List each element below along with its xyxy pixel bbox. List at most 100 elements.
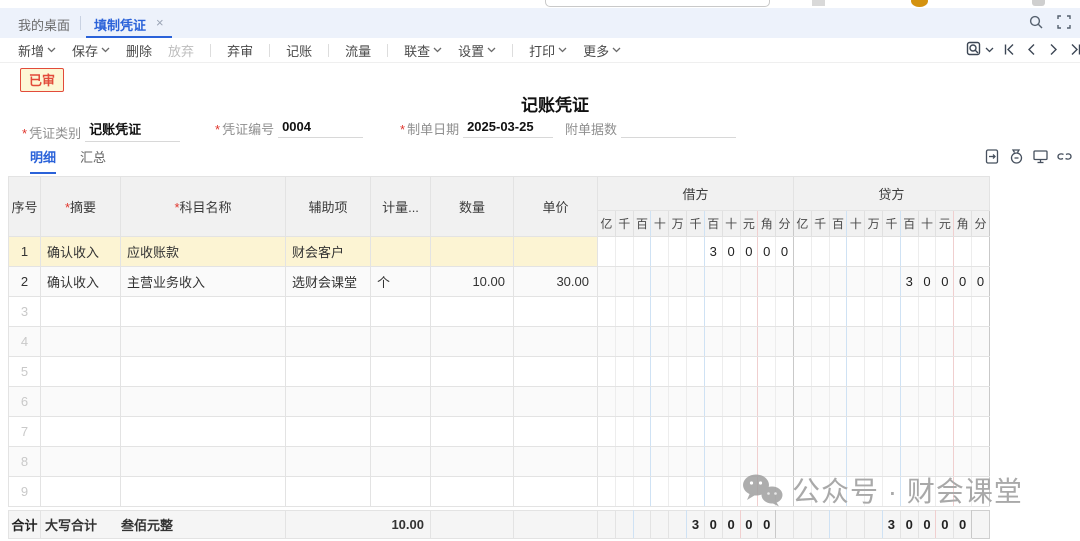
digit-cell[interactable]: 3 xyxy=(687,511,705,539)
cell-auxiliary[interactable]: 选财会课堂 xyxy=(286,267,371,297)
digit-cell[interactable] xyxy=(776,477,794,507)
digit-cell[interactable] xyxy=(687,327,705,357)
zoom-query-icon[interactable] xyxy=(966,41,994,58)
digit-cell[interactable] xyxy=(954,297,972,327)
cell-auxiliary[interactable] xyxy=(286,387,371,417)
digit-cell[interactable] xyxy=(865,417,883,447)
cell-unit[interactable]: 个 xyxy=(371,267,431,297)
digit-cell[interactable] xyxy=(598,511,616,539)
digit-cell[interactable] xyxy=(936,357,954,387)
cell-auxiliary[interactable]: 财会客户 xyxy=(286,237,371,267)
cell-account[interactable] xyxy=(121,357,286,387)
digit-cell[interactable] xyxy=(687,297,705,327)
last-voucher-icon[interactable] xyxy=(1069,43,1080,56)
cell-summary[interactable] xyxy=(41,297,121,327)
digit-cell[interactable] xyxy=(829,477,847,507)
digit-cell[interactable]: 3 xyxy=(704,237,722,267)
digit-cell[interactable] xyxy=(883,357,901,387)
digit-cell[interactable] xyxy=(793,387,811,417)
digit-cell[interactable] xyxy=(829,387,847,417)
digit-cell[interactable] xyxy=(598,387,616,417)
cell-price[interactable]: 30.00 xyxy=(514,267,598,297)
digit-cell[interactable] xyxy=(847,477,865,507)
digit-cell[interactable] xyxy=(972,237,990,267)
digit-cell[interactable] xyxy=(900,357,918,387)
cell-summary[interactable]: 确认收入 xyxy=(41,237,121,267)
digit-cell[interactable] xyxy=(900,327,918,357)
digit-cell[interactable] xyxy=(651,237,669,267)
digit-cell[interactable] xyxy=(633,511,651,539)
digit-cell[interactable] xyxy=(811,477,829,507)
digit-cell[interactable] xyxy=(651,447,669,477)
digit-cell[interactable] xyxy=(883,297,901,327)
cell-auxiliary[interactable] xyxy=(286,327,371,357)
digit-cell[interactable] xyxy=(900,417,918,447)
digit-cell[interactable] xyxy=(758,447,776,477)
digit-cell[interactable] xyxy=(829,417,847,447)
digit-cell[interactable] xyxy=(793,327,811,357)
digit-cell[interactable] xyxy=(829,297,847,327)
digit-cell[interactable] xyxy=(633,297,651,327)
digit-cell[interactable] xyxy=(740,387,758,417)
digit-cell[interactable] xyxy=(972,297,990,327)
digit-cell[interactable] xyxy=(918,477,936,507)
cell-price[interactable] xyxy=(514,297,598,327)
digit-cell[interactable] xyxy=(883,387,901,417)
voucher-number-input[interactable]: 0004 xyxy=(278,119,363,138)
digit-cell[interactable] xyxy=(883,417,901,447)
cell-price[interactable] xyxy=(514,417,598,447)
digit-cell[interactable] xyxy=(687,357,705,387)
cell-unit[interactable] xyxy=(371,237,431,267)
digit-cell[interactable] xyxy=(651,477,669,507)
digit-cell[interactable] xyxy=(793,477,811,507)
tab-fill-voucher[interactable]: 填制凭证 xyxy=(94,15,146,34)
cell-account[interactable]: 应收账款 xyxy=(121,237,286,267)
digit-cell[interactable] xyxy=(615,327,633,357)
cell-summary[interactable] xyxy=(41,327,121,357)
digit-cell[interactable]: 0 xyxy=(722,237,740,267)
digit-cell[interactable] xyxy=(651,327,669,357)
digit-cell[interactable] xyxy=(865,267,883,297)
digit-cell[interactable] xyxy=(722,447,740,477)
digit-cell[interactable] xyxy=(651,267,669,297)
digit-cell[interactable] xyxy=(776,511,794,539)
digit-cell[interactable] xyxy=(883,447,901,477)
digit-cell[interactable] xyxy=(669,387,687,417)
digit-cell[interactable] xyxy=(918,447,936,477)
digit-cell[interactable] xyxy=(811,267,829,297)
digit-cell[interactable] xyxy=(598,237,616,267)
cell-quantity[interactable] xyxy=(431,447,514,477)
cell-account[interactable] xyxy=(121,477,286,507)
digit-cell[interactable] xyxy=(954,327,972,357)
cell-quantity[interactable] xyxy=(431,327,514,357)
cell-quantity[interactable]: 10.00 xyxy=(431,267,514,297)
cell-quantity[interactable] xyxy=(431,297,514,327)
digit-cell[interactable] xyxy=(598,327,616,357)
digit-cell[interactable] xyxy=(669,237,687,267)
cell-price[interactable] xyxy=(514,327,598,357)
voucher-category-input[interactable]: 记账凭证 xyxy=(85,119,180,142)
cell-price[interactable] xyxy=(514,477,598,507)
cell-account[interactable] xyxy=(121,447,286,477)
digit-cell[interactable] xyxy=(936,327,954,357)
digit-cell[interactable] xyxy=(776,267,794,297)
cell-account[interactable] xyxy=(121,297,286,327)
digit-cell[interactable] xyxy=(758,297,776,327)
toolbar-button[interactable]: 流量 xyxy=(345,41,371,60)
digit-cell[interactable] xyxy=(651,417,669,447)
next-voucher-icon[interactable] xyxy=(1047,43,1060,56)
digit-cell[interactable] xyxy=(740,297,758,327)
tab-detail[interactable]: 明细 xyxy=(30,147,56,174)
digit-cell[interactable]: 0 xyxy=(758,511,776,539)
digit-cell[interactable] xyxy=(811,417,829,447)
digit-cell[interactable] xyxy=(740,267,758,297)
toolbar-button[interactable]: 设置 xyxy=(458,41,496,60)
tab-my-desktop[interactable]: 我的桌面 xyxy=(18,15,70,34)
digit-cell[interactable] xyxy=(954,477,972,507)
toolbar-button[interactable]: 打印 xyxy=(529,41,567,60)
digit-cell[interactable] xyxy=(633,447,651,477)
digit-cell[interactable] xyxy=(883,477,901,507)
cell-auxiliary[interactable] xyxy=(286,447,371,477)
digit-cell[interactable] xyxy=(722,297,740,327)
digit-cell[interactable] xyxy=(954,447,972,477)
